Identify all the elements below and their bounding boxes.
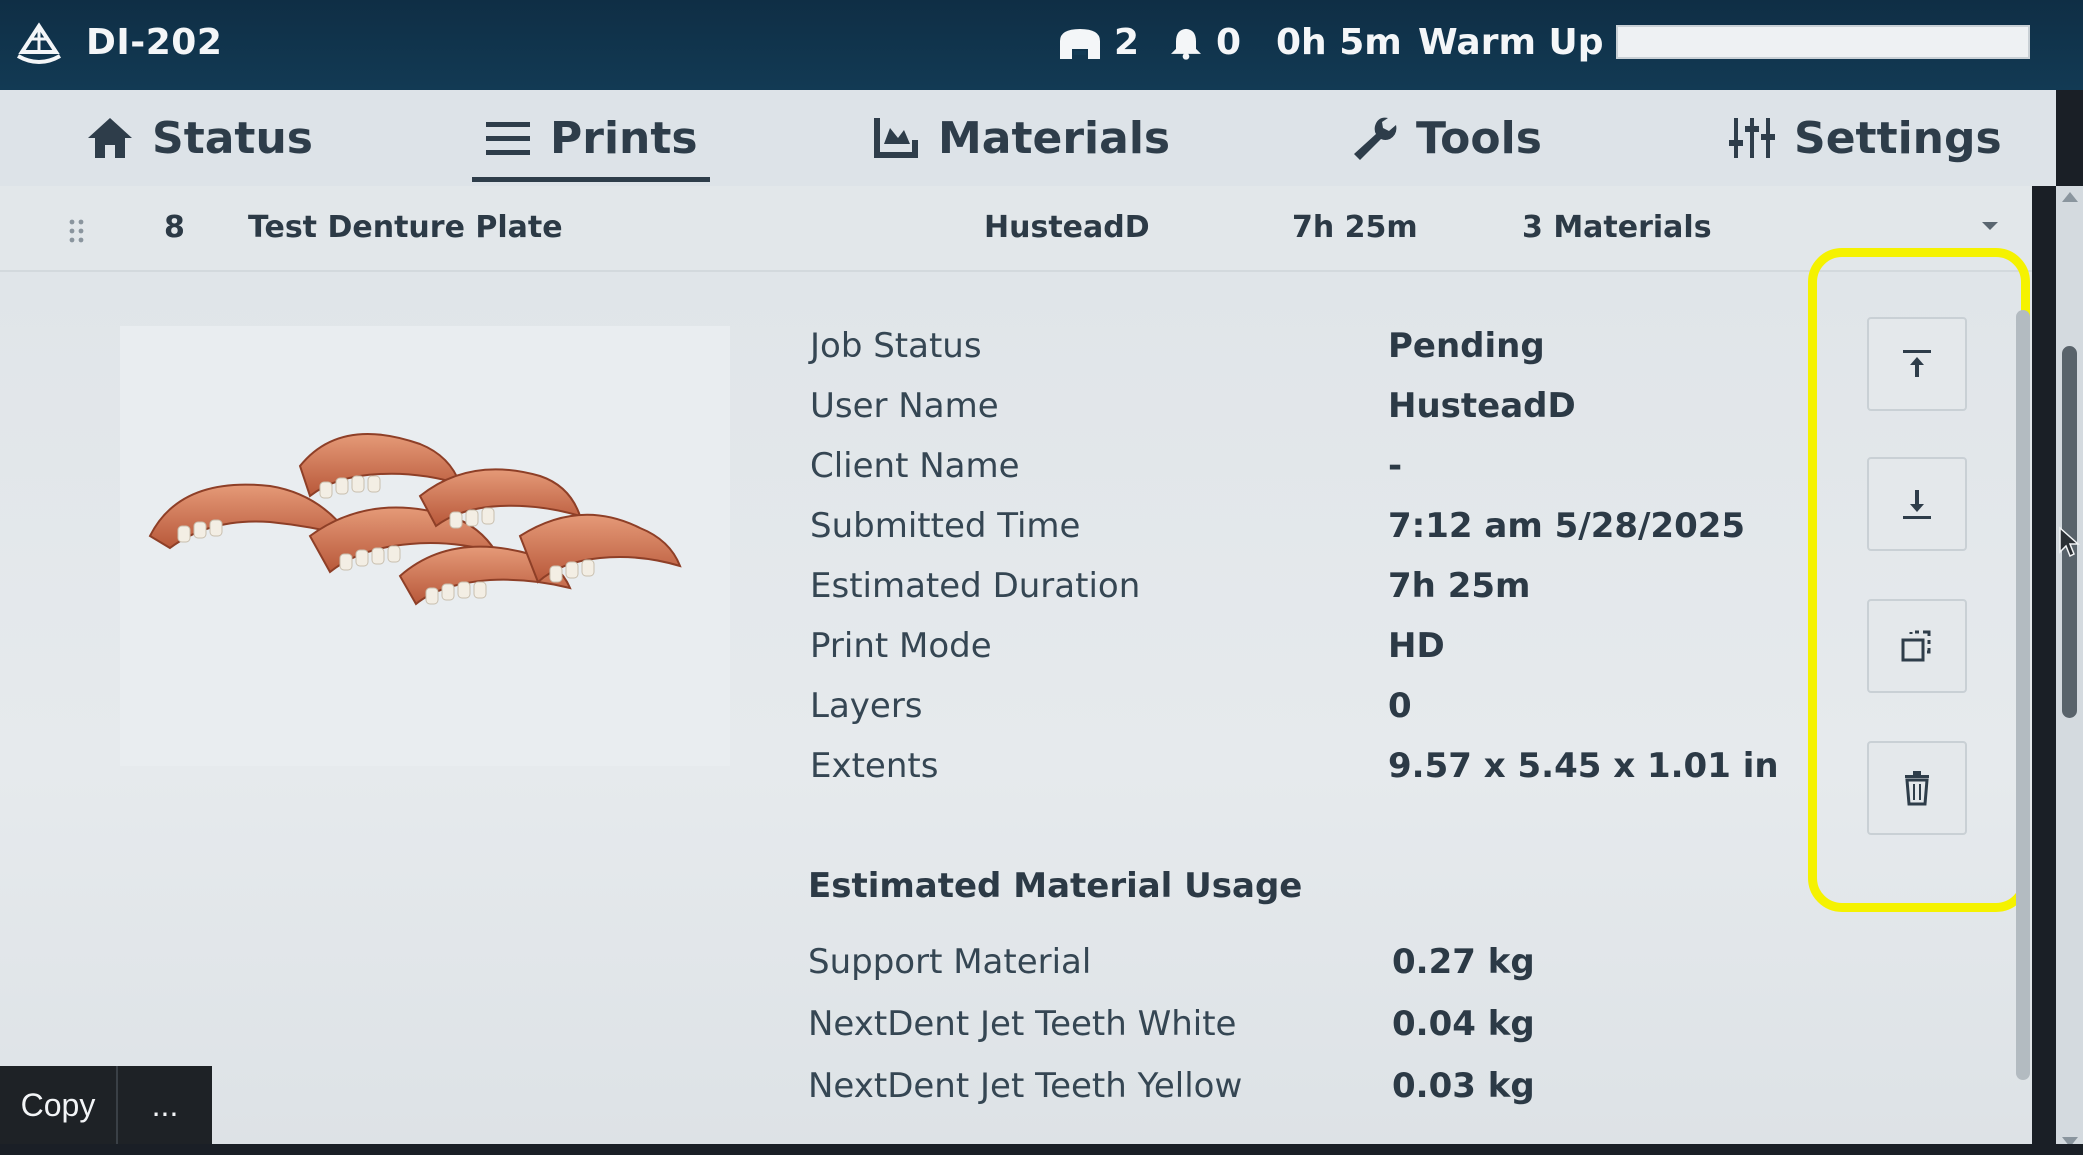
copy-button[interactable]: Copy: [0, 1066, 118, 1144]
usage-label: NextDent Jet Teeth White: [808, 1004, 1237, 1044]
elapsed-time: 0h 5m: [1276, 22, 1402, 63]
detail-label: Layers: [810, 686, 923, 726]
job-user: HusteadD: [984, 210, 1150, 245]
detail-value: 7:12 am 5/28/2025: [1388, 506, 1746, 546]
print-queue-icon: [1060, 28, 1100, 59]
printer-logo-icon: [17, 22, 61, 64]
detail-job-status: Job Status Pending: [810, 326, 1770, 386]
move-to-bottom-icon: [1903, 490, 1931, 519]
trash-icon: [1905, 771, 1929, 806]
usage-support-material: Support Material 0.27 kg: [808, 942, 1768, 1002]
usage-teeth-white: NextDent Jet Teeth White 0.04 kg: [808, 1004, 1768, 1064]
detail-value: 9.57 x 5.45 x 1.01 in: [1388, 746, 1779, 786]
job-number: 8: [164, 210, 185, 245]
usage-value: 0.27 kg: [1392, 942, 1535, 982]
tab-settings[interactable]: Settings: [1726, 90, 2002, 186]
move-to-top-icon: [1903, 350, 1931, 377]
detail-value: HD: [1388, 626, 1445, 666]
denture-model-image: [148, 433, 682, 606]
job-name: Test Denture Plate: [248, 210, 563, 245]
device-name: DI-202: [86, 22, 223, 63]
bottom-edge: [0, 1144, 2083, 1155]
job-materials: 3 Materials: [1522, 210, 1712, 245]
wrench-icon: [1354, 117, 1397, 160]
job-thumbnail: [120, 326, 730, 766]
sliders-icon: [1729, 118, 1775, 158]
tab-label: Settings: [1794, 112, 2002, 164]
print-job-panel: 8 Test Denture Plate HusteadD 7h 25m 3 M…: [0, 186, 2032, 1150]
detail-client-name: Client Name -: [810, 446, 1770, 506]
usage-label: NextDent Jet Teeth Yellow: [808, 1066, 1243, 1106]
usage-teeth-yellow: NextDent Jet Teeth Yellow 0.03 kg: [808, 1066, 1768, 1126]
usage-value: 0.04 kg: [1392, 1004, 1535, 1044]
tab-prints[interactable]: Prints: [472, 90, 710, 186]
mouse-cursor-icon: [2059, 526, 2080, 558]
detail-value: -: [1388, 446, 1403, 486]
detail-extents: Extents 9.57 x 5.45 x 1.01 in: [810, 746, 1779, 806]
detail-layers: Layers 0: [810, 686, 1770, 746]
chevron-up-icon[interactable]: [1980, 218, 2000, 234]
detail-value: 0: [1388, 686, 1412, 726]
queue-indicator[interactable]: 2: [1056, 22, 1139, 63]
menu-icon: [486, 122, 530, 155]
detail-submitted-time: Submitted Time 7:12 am 5/28/2025: [810, 506, 1770, 566]
tab-materials[interactable]: Materials: [870, 90, 1170, 186]
material-usage-heading: Estimated Material Usage: [808, 866, 1303, 906]
detail-label: Submitted Time: [810, 506, 1081, 546]
tab-label: Status: [152, 112, 313, 164]
detail-print-mode: Print Mode HD: [810, 626, 1770, 686]
detail-value: 7h 25m: [1388, 566, 1531, 606]
tab-label: Materials: [938, 112, 1171, 164]
main-navigation: Status Prints Materials Tools Settings: [0, 90, 2056, 186]
tab-tools[interactable]: Tools: [1348, 90, 1542, 186]
page-scrollbar[interactable]: [2056, 186, 2083, 1155]
tab-label: Prints: [550, 112, 698, 164]
detail-value: HusteadD: [1388, 386, 1576, 426]
detail-label: Extents: [810, 746, 939, 786]
duplicate-button[interactable]: [1867, 599, 1967, 693]
printer-state: Warm Up: [1418, 22, 1604, 63]
detail-value: Pending: [1388, 326, 1545, 366]
detail-label: Print Mode: [810, 626, 992, 666]
more-options-button[interactable]: ...: [118, 1066, 212, 1144]
duplicate-icon: [1901, 630, 1931, 662]
tab-label: Tools: [1416, 112, 1542, 164]
drag-handle-icon[interactable]: [68, 218, 86, 244]
usage-label: Support Material: [808, 942, 1092, 982]
notification-indicator[interactable]: 0: [1166, 22, 1241, 63]
move-to-top-button[interactable]: [1867, 317, 1967, 411]
queue-count: 2: [1114, 22, 1140, 63]
detail-label: Estimated Duration: [810, 566, 1141, 606]
tray-icon: [874, 118, 918, 158]
notification-count: 0: [1216, 22, 1242, 63]
top-status-bar: DI-202 2 0 0h 5m Warm Up: [0, 0, 2083, 90]
move-to-bottom-button[interactable]: [1867, 457, 1967, 551]
panel-scrollbar[interactable]: [2016, 310, 2030, 1080]
detail-label: Client Name: [810, 446, 1020, 486]
usage-value: 0.03 kg: [1392, 1066, 1535, 1106]
detail-estimated-duration: Estimated Duration 7h 25m: [810, 566, 1770, 626]
scroll-up-icon[interactable]: [2062, 192, 2078, 202]
text-selection-toolbar: Copy ...: [0, 1066, 212, 1144]
progress-bar: [1616, 25, 2030, 59]
detail-label: Job Status: [810, 326, 982, 366]
delete-button[interactable]: [1867, 741, 1967, 835]
home-icon: [88, 118, 132, 158]
job-actions-highlight: [1808, 248, 2030, 912]
job-duration: 7h 25m: [1292, 210, 1418, 245]
detail-user-name: User Name HusteadD: [810, 386, 1770, 446]
job-summary-row[interactable]: 8 Test Denture Plate HusteadD 7h 25m 3 M…: [0, 186, 2032, 272]
detail-label: User Name: [810, 386, 999, 426]
bell-icon: [1171, 28, 1201, 60]
tab-status[interactable]: Status: [84, 90, 313, 186]
